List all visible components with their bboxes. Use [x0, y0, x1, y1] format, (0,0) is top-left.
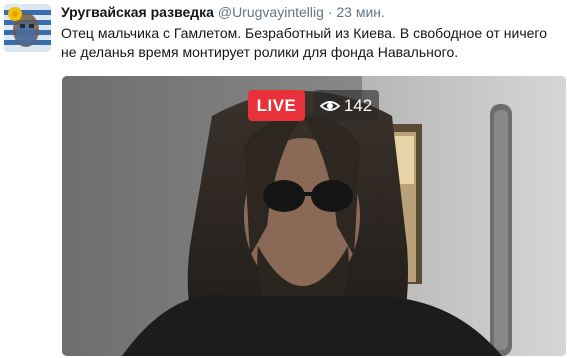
- eye-icon: [319, 99, 340, 113]
- tweet: Уругвайская разведка @Urugvayintellig · …: [0, 0, 567, 358]
- user-handle[interactable]: @Urugvayintellig: [218, 4, 324, 20]
- tweet-text-line: не деланья время монтирует ролики для фо…: [61, 44, 459, 60]
- tweet-header: Уругвайская разведка @Urugvayintellig · …: [61, 4, 385, 21]
- avatar[interactable]: [4, 4, 51, 52]
- viewer-count-badge: 142: [313, 90, 379, 121]
- viewer-count: 142: [343, 95, 373, 115]
- display-name[interactable]: Уругвайская разведка: [61, 4, 214, 20]
- tweet-text: Отец мальчика с Гамлетом. Безработный из…: [61, 24, 561, 62]
- separator: ·: [327, 4, 333, 20]
- tweet-text-line: Отец мальчика с Гамлетом. Безработный из…: [61, 25, 547, 41]
- uruguay-flag-face-icon: [4, 4, 51, 52]
- timestamp[interactable]: 23 мин.: [336, 4, 385, 20]
- live-badge: LIVE: [248, 90, 305, 121]
- live-video[interactable]: LIVE 142: [62, 76, 566, 356]
